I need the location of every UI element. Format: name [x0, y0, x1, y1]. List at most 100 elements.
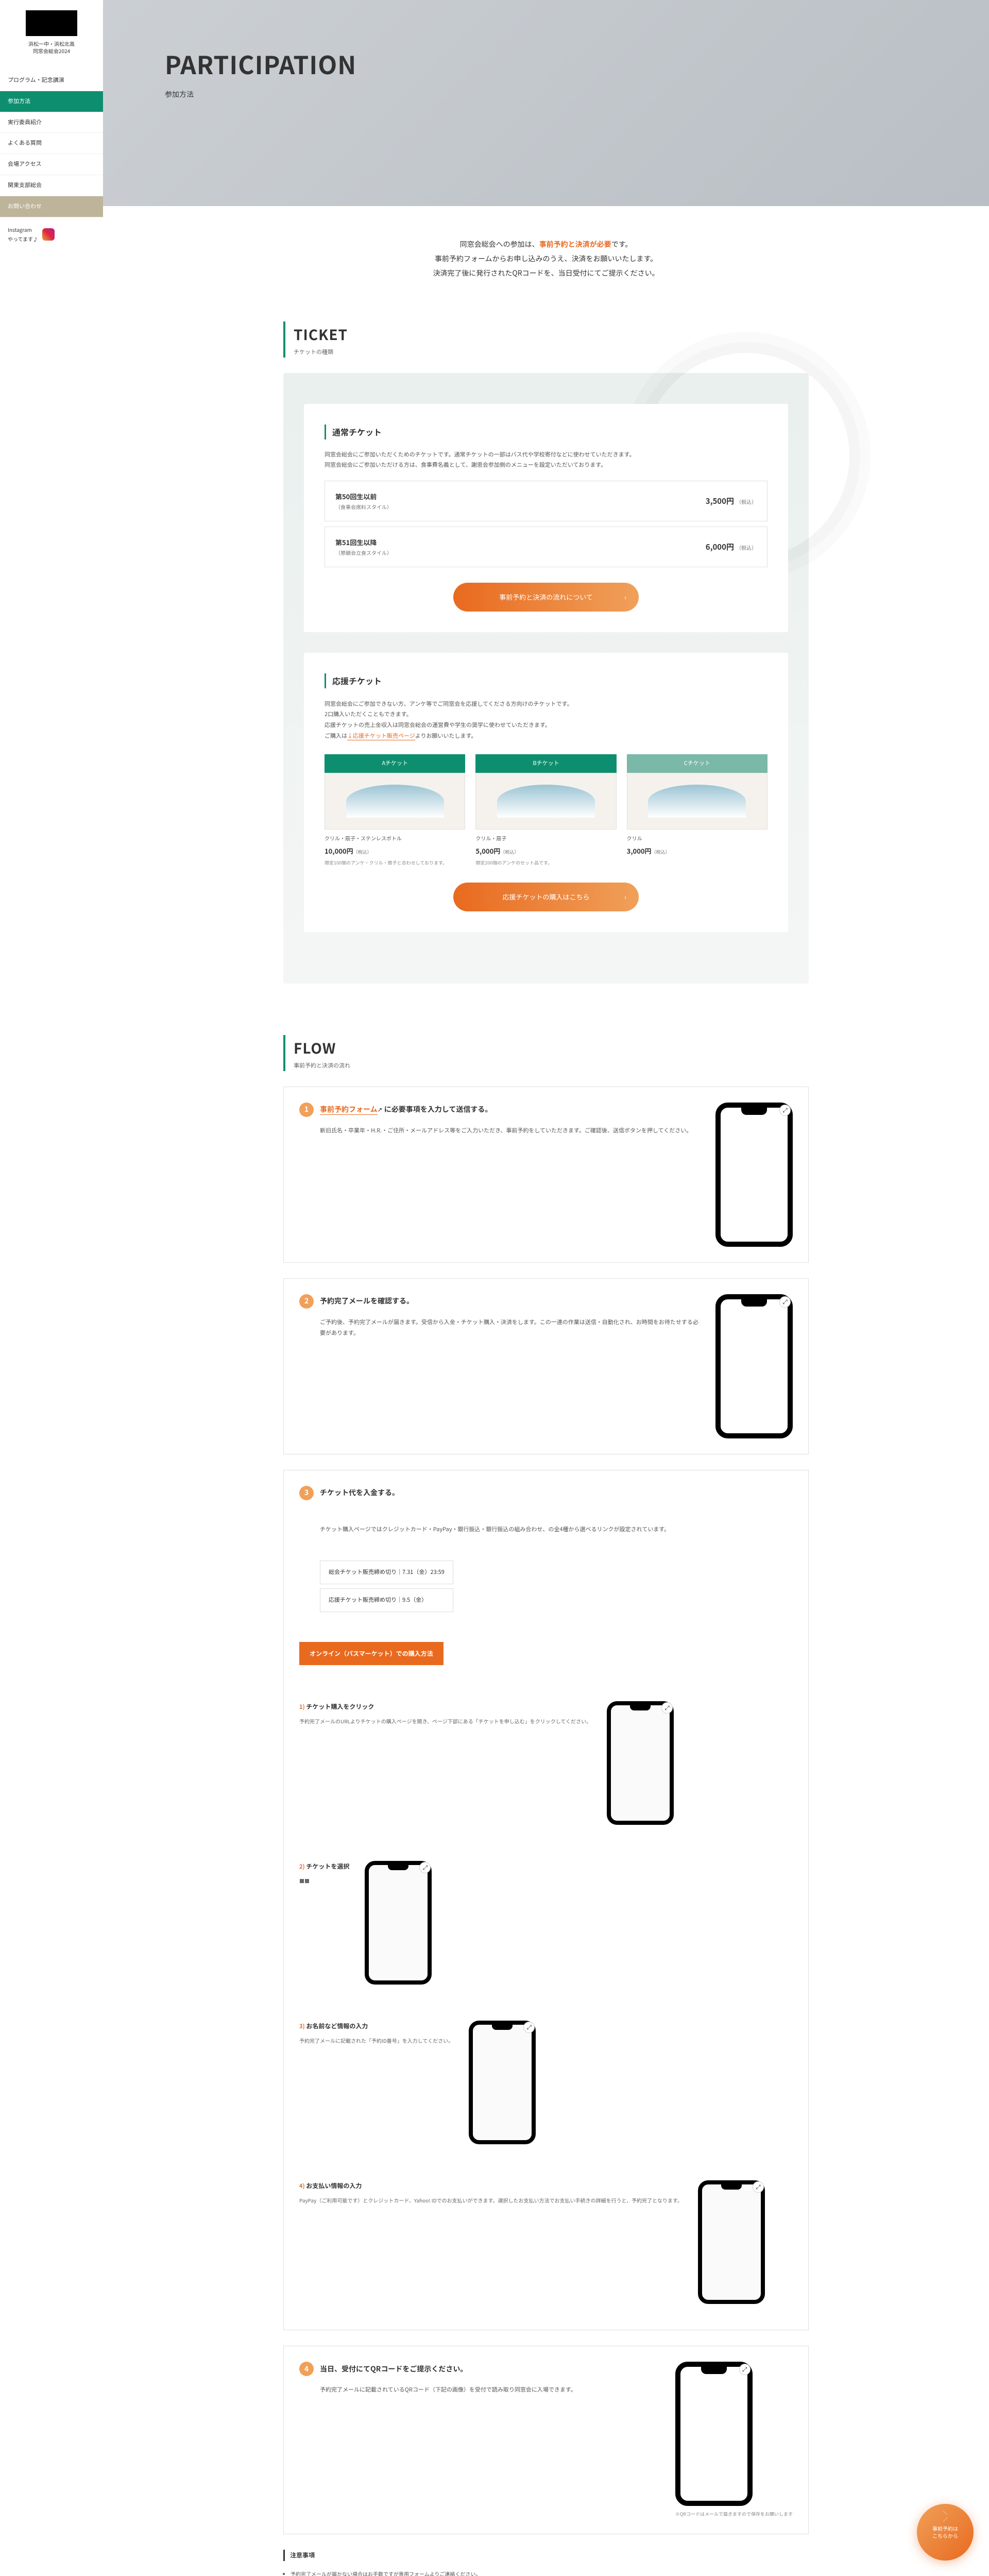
zoom-icon[interactable]: ⤢	[779, 1296, 791, 1308]
deadline-2: 応援チケット販売締め切り｜9.5（金）	[320, 1588, 453, 1612]
flow-heading: FLOW 事前予約と決済の流れ	[283, 1035, 809, 1071]
flow-1-screenshot[interactable]: ⤢	[715, 1103, 793, 1247]
normal-ticket-desc: 同窓会総会にご参加いただくためのチケットです。通常チケットの一部はバス代や学校寄…	[325, 450, 768, 470]
flow-1-desc: 新旧氏名・卒業年・H.R.・ご住所・メールアドレス等をご入力いただき、事前予約を…	[299, 1125, 700, 1136]
support-b-note: 限定200個のアンケのセット品です。	[475, 857, 616, 867]
price-1-val: 3,500円	[706, 496, 734, 506]
zoom-icon[interactable]: ⤢	[419, 1862, 431, 1873]
nav-participation[interactable]: 参加方法	[0, 91, 103, 112]
pass-step-4: 4) お支払い情報の入力 PayPay（ご利用可能です）とクレジットカード、Ya…	[299, 2170, 765, 2314]
normal-ticket-card: 通常チケット 同窓会総会にご参加いただくためのチケットです。通常チケットの一部は…	[304, 404, 788, 632]
normal-ticket-cta[interactable]: 事前予約と決済の流れについて	[453, 583, 639, 611]
support-item-c: Cチケット クリル 3,000円（税込）	[627, 754, 768, 867]
intro-2: 事前予約フォームからお申し込みのうえ、決済をお願いいたします。	[283, 251, 809, 266]
nav-program[interactable]: プログラム・記念講演	[0, 70, 103, 91]
support-c-img	[627, 773, 768, 829]
flow-1-link[interactable]: 事前予約フォーム	[320, 1104, 378, 1115]
flow-section: 1 事前予約フォーム↗ に必要事項を入力して送信する。 新旧氏名・卒業年・H.R…	[283, 1087, 809, 2576]
support-a-img	[325, 773, 465, 829]
support-item-b: Bチケット クリル・扇子 5,000円（税込） 限定200個のアンケのセット品で…	[475, 754, 616, 867]
flow-3-desc: チケット購入ページではクレジットカード・PayPay・銀行振込・銀行振込の組み合…	[299, 1524, 670, 1535]
caution-head: 注意事項	[283, 2550, 809, 2561]
flow-4-screenshot[interactable]: ⤢	[675, 2362, 753, 2506]
zoom-icon[interactable]: ⤢	[661, 1702, 673, 1714]
sns-label: Instagram やってます♪	[8, 225, 38, 244]
zoom-icon[interactable]: ⤢	[523, 2022, 535, 2033]
support-b-head: Bチケット	[475, 754, 616, 773]
intro-1c: です。	[611, 239, 633, 249]
flow-step-4: 4 当日、受付にてQRコードをご提示ください。 予約完了メールに記載されているQ…	[283, 2346, 809, 2534]
flow-4-num: 4	[299, 2362, 314, 2376]
support-b-label: クリル・扇子	[475, 829, 616, 845]
logo-text-2: 同窓会総会2024	[8, 47, 95, 55]
flow-2-desc: ご予約後、予約完了メールが届きます。受信から入金・チケット購入・決済をします。こ…	[299, 1317, 700, 1338]
intro-1a: 同窓会総会への参加は、	[460, 239, 539, 249]
normal-ticket-title: 通常チケット	[325, 425, 768, 439]
zoom-icon[interactable]: ⤢	[753, 2181, 764, 2193]
price-1-label: 第50回生以前	[335, 492, 377, 501]
support-a-head: Aチケット	[325, 754, 465, 773]
support-c-head: Cチケット	[627, 754, 768, 773]
support-ticket-card: 応援チケット 同窓会総会にご参加できない方、アンケ等でご同窓会を応援してくださる…	[304, 653, 788, 932]
support-a-note: 限定100個のアンケ・クリル・扇子と合わせしております。	[325, 857, 465, 867]
flow-head: FLOW	[294, 1035, 809, 1061]
nav-kanto[interactable]: 関東支部総会	[0, 175, 103, 196]
ticket-section: 通常チケット 同窓会総会にご参加いただくためのチケットです。通常チケットの一部は…	[283, 373, 809, 984]
sidebar: 浜松一中・浜松北高 同窓会総会2024 プログラム・記念講演 参加方法 実行委員…	[0, 0, 103, 2576]
pass-2-screenshot[interactable]: ⤢	[365, 1861, 432, 1985]
price-row-2: 第51回生以降（懇親会立食スタイル） 6,000円（税込）	[325, 527, 768, 567]
main-content: PARTICIPATION 参加方法 同窓会総会への参加は、事前予約と決済が必要…	[103, 0, 989, 2576]
flow-3-title: チケット代を入金する。	[320, 1486, 399, 1499]
deadline-1: 総会チケット販売締め切り｜7.31（金）23:59	[320, 1561, 453, 1584]
support-b-img	[475, 773, 616, 829]
flow-3-num: 3	[299, 1486, 314, 1500]
floating-reserve-button[interactable]: 事前予約は こちらから	[917, 2504, 974, 2561]
support-ticket-title: 応援チケット	[325, 673, 768, 688]
flow-2-num: 2	[299, 1294, 314, 1309]
price-1-tax: （税込）	[736, 498, 757, 505]
nav-access[interactable]: 会場アクセス	[0, 154, 103, 175]
price-2-val: 6,000円	[706, 541, 734, 552]
flow-step-3: 3 チケット代を入金する。 チケット購入ページではクレジットカード・PayPay…	[283, 1470, 809, 2330]
price-2-tax: （税込）	[736, 544, 757, 551]
support-grid: Aチケット クリル・扇子・ステンレスボトル 10,000円（税込） 限定100個…	[325, 754, 768, 867]
support-ticket-cta[interactable]: 応援チケットの購入はこちら	[453, 883, 639, 911]
nav-faq[interactable]: よくある質問	[0, 133, 103, 154]
price-2-label: 第51回生以降	[335, 537, 377, 547]
nav-contact[interactable]: お問い合わせ	[0, 196, 103, 217]
support-link[interactable]: ↓応援チケット販売ページ	[347, 732, 415, 740]
site-logo[interactable]: 浜松一中・浜松北高 同窓会総会2024	[0, 0, 103, 65]
price-1-note: （食事会席料スタイル）	[335, 502, 392, 512]
main-nav: プログラム・記念講演 参加方法 実行委員紹介 よくある質問 会場アクセス 関東支…	[0, 70, 103, 217]
nav-committee[interactable]: 実行委員紹介	[0, 112, 103, 133]
external-icon: ↗	[378, 1106, 383, 1113]
flow-head-sub: 事前予約と決済の流れ	[294, 1061, 809, 1071]
instagram-icon	[42, 228, 55, 241]
zoom-icon[interactable]: ⤢	[779, 1105, 791, 1116]
passmarket-head: オンライン（パスマーケット）での購入方法	[299, 1642, 444, 1666]
ticket-head: TICKET	[294, 321, 809, 347]
page-subtitle: 参加方法	[165, 88, 989, 101]
pass-step-1: 1) チケット購入をクリック 予約完了メールのURLよりチケットの購入ページを開…	[299, 1691, 674, 1835]
pass-1-screenshot[interactable]: ⤢	[607, 1701, 674, 1825]
flow-2-screenshot[interactable]: ⤢	[715, 1294, 793, 1438]
hero: PARTICIPATION 参加方法	[103, 0, 989, 206]
intro-1b: 事前予約と決済が必要	[539, 239, 611, 249]
flow-2-title: 予約完了メールを確認する。	[320, 1295, 414, 1308]
support-a-label: クリル・扇子・ステンレスボトル	[325, 829, 465, 845]
caution-list: 予約完了メールが届かない場合はお手数ですが専用フォームよりご連絡ください。 予約…	[283, 2569, 809, 2576]
flow-step-2: 2 予約完了メールを確認する。 ご予約後、予約完了メールが届きます。受信から入金…	[283, 1278, 809, 1454]
zoom-icon[interactable]: ⤢	[739, 2364, 751, 2375]
ticket-heading: TICKET チケットの種類	[283, 321, 809, 358]
flow-1-num: 1	[299, 1103, 314, 1117]
page-title: PARTICIPATION	[165, 41, 989, 86]
flow-step-1: 1 事前予約フォーム↗ に必要事項を入力して送信する。 新旧氏名・卒業年・H.R…	[283, 1087, 809, 1263]
sns-link[interactable]: Instagram やってます♪	[0, 217, 103, 251]
intro-text: 同窓会総会への参加は、事前予約と決済が必要です。 事前予約フォームからお申し込み…	[283, 237, 809, 280]
pass-3-screenshot[interactable]: ⤢	[469, 2021, 536, 2144]
pass-4-screenshot[interactable]: ⤢	[698, 2180, 765, 2304]
support-ticket-desc: 同窓会総会にご参加できない方、アンケ等でご同窓会を応援してくださる方向けのチケッ…	[325, 699, 768, 742]
pass-step-3: 3) お名前など情報の入力 予約完了メールに記載された「予約ID番号」を入力して…	[299, 2010, 536, 2155]
flow-4-desc: 予約完了メールに記載されているQRコード（下記の画像）を受付で読み取り同窓会に入…	[299, 2384, 660, 2395]
logo-text-1: 浜松一中・浜松北高	[8, 40, 95, 47]
